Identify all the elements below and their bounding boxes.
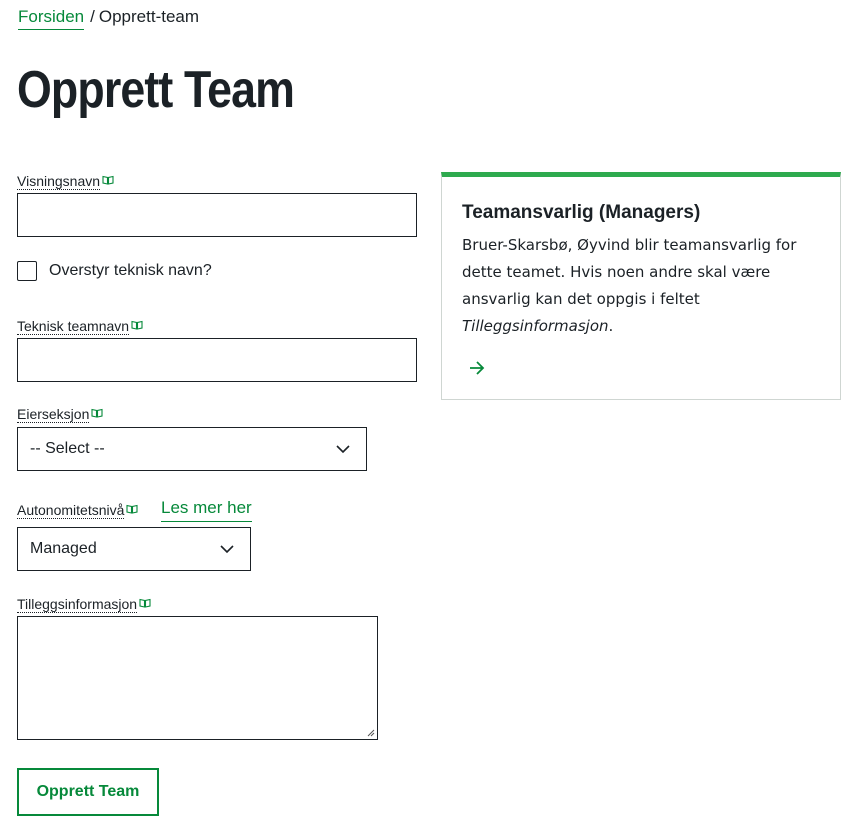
- autonomy-label: Autonomitetsnivå: [17, 502, 138, 519]
- chevron-down-icon: [220, 544, 234, 553]
- book-icon[interactable]: [91, 408, 103, 418]
- breadcrumb: Forsiden / Opprett-team: [18, 6, 200, 30]
- chevron-down-icon: [336, 444, 350, 453]
- autonomy-select[interactable]: Managed: [17, 527, 251, 571]
- display-name-input[interactable]: [17, 193, 417, 237]
- owner-section-select[interactable]: -- Select --: [17, 427, 367, 471]
- resize-handle-icon[interactable]: [367, 729, 375, 737]
- breadcrumb-separator: /: [90, 7, 95, 26]
- autonomy-label-text: Autonomitetsnivå: [17, 502, 125, 519]
- override-technical-name-row[interactable]: Overstyr teknisk navn?: [17, 261, 212, 281]
- additional-info-label: Tilleggsinformasjon: [17, 596, 151, 613]
- info-card-body-end: .: [608, 317, 614, 335]
- book-icon[interactable]: [102, 175, 114, 185]
- page-title: Opprett Team: [17, 61, 295, 119]
- info-card-title: Teamansvarlig (Managers): [462, 202, 701, 223]
- arrow-right-icon[interactable]: [468, 359, 486, 377]
- book-icon[interactable]: [131, 320, 143, 330]
- technical-name-input[interactable]: [17, 338, 417, 382]
- breadcrumb-home-link[interactable]: Forsiden: [18, 7, 85, 30]
- info-card-body: Bruer-Skarsbø, Øyvind blir teamansvarlig…: [462, 232, 822, 340]
- book-icon[interactable]: [139, 598, 151, 608]
- autonomy-read-more-link[interactable]: Les mer her: [161, 498, 252, 522]
- technical-name-label-text: Teknisk teamnavn: [17, 318, 130, 335]
- info-card-body-emphasis: Tilleggsinformasjon: [462, 317, 609, 335]
- owner-section-selected-value: -- Select --: [30, 440, 105, 457]
- autonomy-selected-value: Managed: [30, 540, 97, 557]
- team-manager-info-card: Teamansvarlig (Managers) Bruer-Skarsbø, …: [441, 172, 841, 400]
- info-card-body-text: Bruer-Skarsbø, Øyvind blir teamansvarlig…: [462, 236, 797, 308]
- owner-section-label: Eierseksjon: [17, 406, 103, 423]
- create-team-button[interactable]: Opprett Team: [17, 768, 159, 816]
- additional-info-textarea[interactable]: [17, 616, 378, 740]
- book-icon[interactable]: [126, 504, 138, 514]
- display-name-label: Visningsnavn: [17, 173, 114, 190]
- override-technical-name-checkbox[interactable]: [17, 261, 37, 281]
- technical-name-label: Teknisk teamnavn: [17, 318, 143, 335]
- additional-info-label-text: Tilleggsinformasjon: [17, 596, 138, 613]
- override-technical-name-label[interactable]: Overstyr teknisk navn?: [49, 262, 212, 280]
- owner-section-label-text: Eierseksjon: [17, 406, 90, 423]
- display-name-label-text: Visningsnavn: [17, 173, 101, 190]
- breadcrumb-current: Opprett-team: [98, 7, 200, 26]
